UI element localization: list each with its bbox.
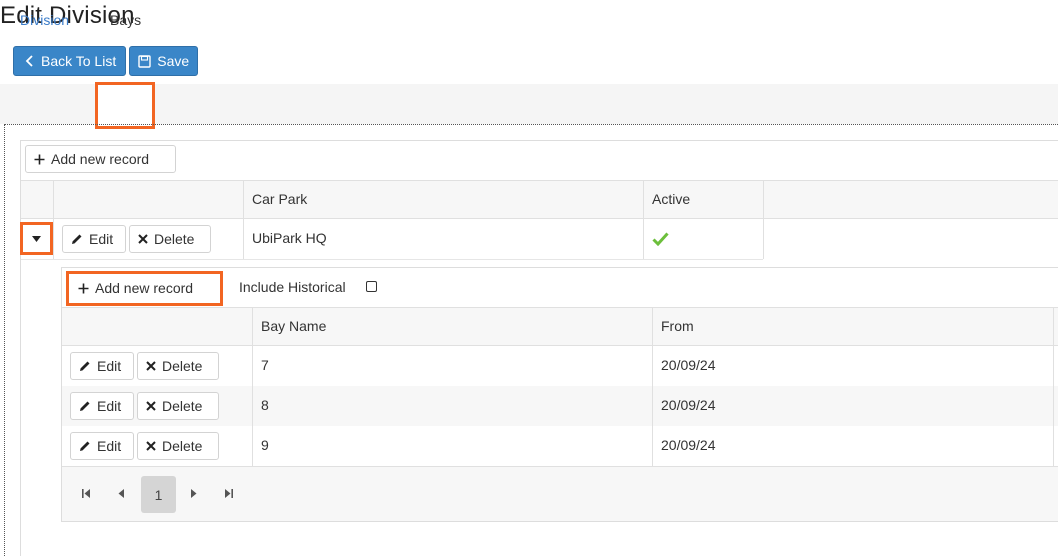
from-date-cell: 20/09/24 xyxy=(661,357,716,373)
previous-page-icon[interactable] xyxy=(118,489,125,498)
bay-name-cell: 8 xyxy=(261,397,269,413)
close-icon xyxy=(146,401,156,411)
edit-label: Edit xyxy=(97,398,122,414)
page-number-current[interactable]: 1 xyxy=(141,476,176,513)
car-park-cell: UbiPark HQ xyxy=(252,230,327,246)
bay-name-cell: 9 xyxy=(261,437,269,453)
grid-header xyxy=(21,180,1058,219)
edit-button[interactable]: Edit xyxy=(70,432,134,460)
edit-button[interactable]: Edit xyxy=(62,225,126,253)
include-historical-label: Include Historical xyxy=(239,279,346,295)
tab-division[interactable]: Division xyxy=(20,0,69,40)
edit-label: Edit xyxy=(89,231,114,247)
pencil-icon xyxy=(72,234,82,244)
save-label: Save xyxy=(157,53,190,69)
tab-bays[interactable]: Bays xyxy=(110,0,141,40)
add-new-record-label: Add new record xyxy=(95,280,194,296)
delete-label: Delete xyxy=(162,358,203,374)
edit-button[interactable]: Edit xyxy=(70,352,134,380)
detail-add-new-record-button[interactable]: Add new record xyxy=(70,274,218,302)
tab-highlight xyxy=(95,82,155,129)
add-new-record-label: Add new record xyxy=(51,151,150,167)
column-header-from[interactable]: From xyxy=(661,318,694,334)
delete-label: Delete xyxy=(162,398,203,414)
back-to-list-label: Back To List xyxy=(41,53,117,69)
delete-label: Delete xyxy=(154,231,195,247)
from-date-cell: 20/09/24 xyxy=(661,397,716,413)
close-icon xyxy=(146,361,156,371)
from-date-cell: 20/09/24 xyxy=(661,437,716,453)
bay-name-cell: 7 xyxy=(261,357,269,373)
first-page-icon[interactable] xyxy=(82,489,91,498)
pencil-icon xyxy=(80,441,90,451)
checkmark-icon xyxy=(652,232,669,246)
row-divider xyxy=(21,259,763,260)
plus-icon xyxy=(78,283,89,293)
delete-button[interactable]: Delete xyxy=(137,432,219,460)
column-divider xyxy=(53,181,54,259)
chevron-left-icon xyxy=(25,55,33,67)
column-header-active[interactable]: Active xyxy=(652,191,690,207)
plus-icon xyxy=(34,154,45,164)
delete-button[interactable]: Delete xyxy=(129,225,211,253)
toolbar: Back To List Save xyxy=(13,46,199,76)
edit-label: Edit xyxy=(97,358,122,374)
column-divider xyxy=(652,308,653,466)
save-button[interactable]: Save xyxy=(129,46,199,76)
delete-button[interactable]: Delete xyxy=(137,352,219,380)
column-divider xyxy=(763,181,764,259)
column-divider xyxy=(252,308,253,466)
column-divider xyxy=(243,181,244,259)
include-historical-checkbox[interactable] xyxy=(366,281,377,292)
delete-button[interactable]: Delete xyxy=(137,392,219,420)
edit-label: Edit xyxy=(97,438,122,454)
column-header-bay-name[interactable]: Bay Name xyxy=(261,318,326,334)
detail-grid-header xyxy=(62,307,1058,346)
column-header-car-park[interactable]: Car Park xyxy=(252,191,307,207)
floppy-disk-icon xyxy=(138,54,151,68)
delete-label: Delete xyxy=(162,438,203,454)
add-new-record-button[interactable]: Add new record xyxy=(25,145,176,173)
pencil-icon xyxy=(80,401,90,411)
pager xyxy=(62,466,1058,521)
back-to-list-button[interactable]: Back To List xyxy=(13,46,127,76)
close-icon xyxy=(138,234,148,244)
next-page-icon[interactable] xyxy=(190,489,197,498)
column-divider xyxy=(1053,308,1054,466)
row-expand-toggle[interactable] xyxy=(20,222,53,255)
last-page-icon[interactable] xyxy=(224,489,233,498)
close-icon xyxy=(146,441,156,451)
pencil-icon xyxy=(80,361,90,371)
caret-down-icon xyxy=(32,236,41,242)
column-divider xyxy=(643,181,644,259)
edit-button[interactable]: Edit xyxy=(70,392,134,420)
tab-strip xyxy=(0,84,1058,124)
